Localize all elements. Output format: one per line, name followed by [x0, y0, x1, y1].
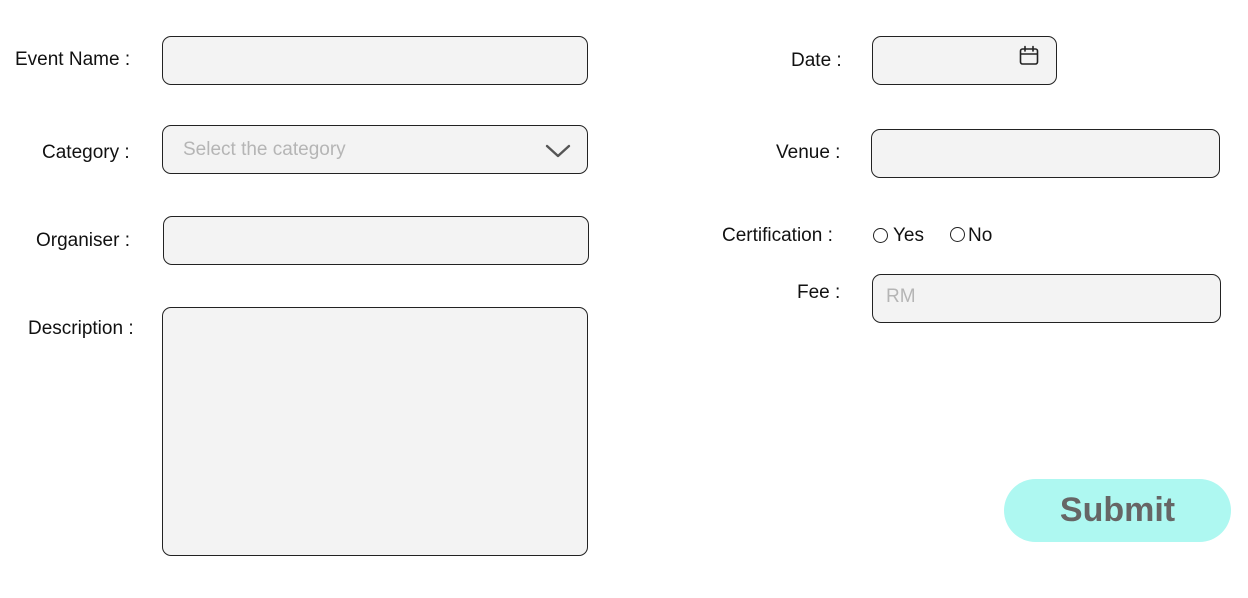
certification-no-label[interactable]: No: [968, 225, 992, 247]
venue-input[interactable]: [871, 129, 1220, 178]
fee-placeholder: RM: [886, 286, 916, 307]
category-select[interactable]: Select the category: [162, 125, 588, 174]
category-placeholder: Select the category: [183, 139, 346, 160]
submit-button[interactable]: Submit: [1004, 479, 1231, 542]
certification-no-radio[interactable]: [950, 227, 965, 242]
calendar-icon[interactable]: [1018, 45, 1040, 67]
description-textarea[interactable]: [162, 307, 588, 556]
event-name-input[interactable]: [162, 36, 588, 85]
date-label: Date :: [791, 50, 842, 71]
description-label: Description :: [28, 318, 134, 339]
certification-yes-label[interactable]: Yes: [893, 225, 924, 247]
fee-input[interactable]: RM: [872, 274, 1221, 323]
certification-label: Certification :: [722, 225, 833, 246]
organiser-label: Organiser :: [36, 230, 130, 251]
event-name-label: Event Name :: [15, 49, 131, 70]
fee-label: Fee :: [797, 282, 841, 303]
category-label: Category :: [42, 142, 130, 163]
chevron-down-icon[interactable]: [545, 143, 571, 159]
certification-yes-radio[interactable]: [873, 228, 888, 243]
organiser-input[interactable]: [163, 216, 589, 265]
venue-label: Venue :: [776, 142, 841, 163]
date-input[interactable]: [872, 36, 1057, 85]
